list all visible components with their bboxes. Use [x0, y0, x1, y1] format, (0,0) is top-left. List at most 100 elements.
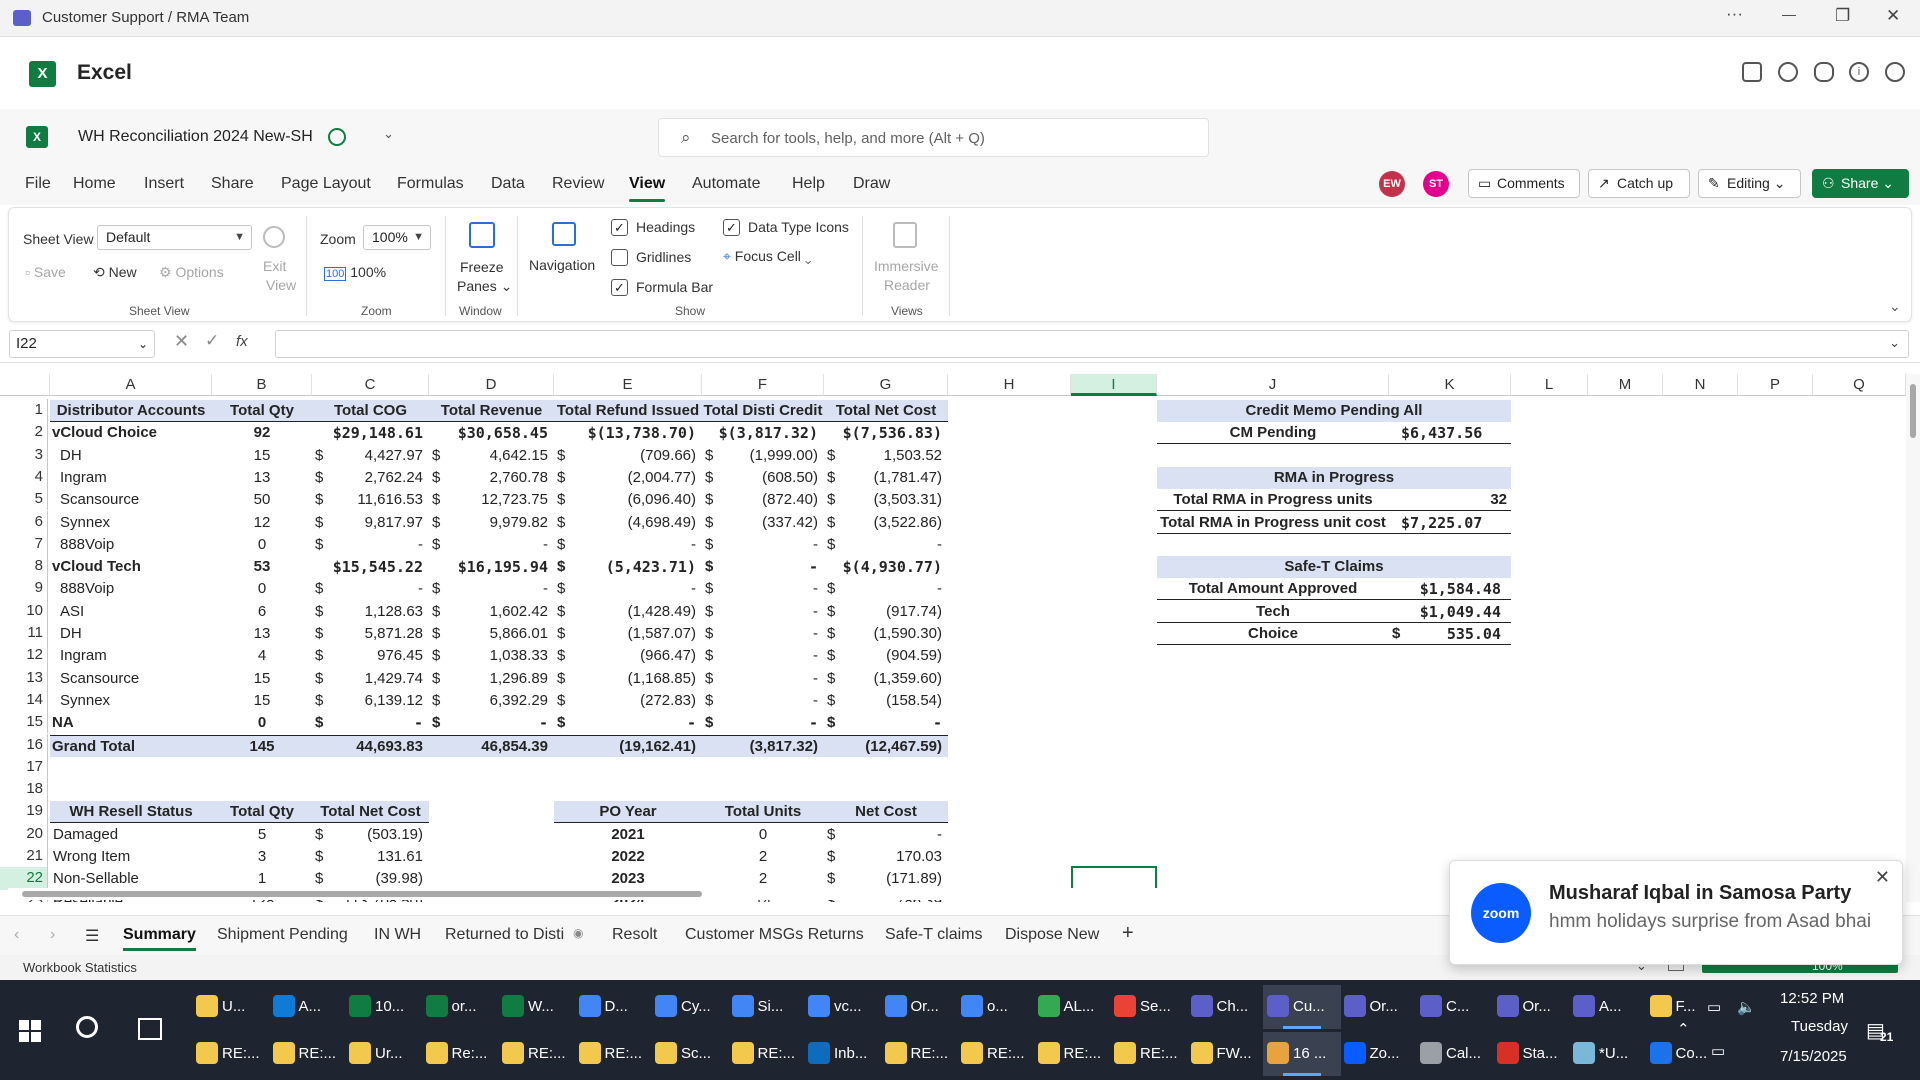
- taskbar-app-button[interactable]: RE:...: [1034, 1032, 1112, 1076]
- tab-file[interactable]: File: [25, 175, 51, 193]
- next-sheet-icon[interactable]: ›: [50, 926, 55, 944]
- task-view-icon[interactable]: [138, 1018, 162, 1040]
- clock-time[interactable]: 12:52 PM: [1780, 990, 1844, 1007]
- workbook-chevron-down-icon[interactable]: ⌄: [383, 126, 394, 142]
- taskbar-app-button[interactable]: A...: [1569, 985, 1647, 1029]
- add-sheet-button[interactable]: +: [1122, 922, 1134, 945]
- share-button[interactable]: ⚇ Share ⌄: [1812, 169, 1909, 198]
- taskbar-app-button[interactable]: RE:...: [498, 1032, 576, 1076]
- tab-home[interactable]: Home: [73, 175, 116, 193]
- more-options-button[interactable]: ···: [1726, 4, 1743, 24]
- search-input[interactable]: Search for tools, help, and more (Alt + …: [711, 130, 985, 147]
- vertical-scrollbar[interactable]: [1906, 374, 1920, 902]
- sheet-view-dropdown[interactable]: Default ▼: [97, 225, 252, 250]
- prev-sheet-icon[interactable]: ‹: [14, 926, 19, 944]
- taskbar-app-button[interactable]: D...: [575, 985, 653, 1029]
- column-header-i[interactable]: I: [1071, 374, 1157, 396]
- taskbar-app-button[interactable]: RE:...: [1110, 1032, 1188, 1076]
- tab-draw[interactable]: Draw: [853, 175, 890, 193]
- sheet-tab-safe-t-claims[interactable]: Safe-T claims: [885, 926, 983, 944]
- taskbar-app-button[interactable]: RE:...: [957, 1032, 1035, 1076]
- workbook-name[interactable]: WH Reconciliation 2024 New-SH: [78, 128, 313, 146]
- row-header[interactable]: 18: [0, 778, 48, 801]
- sheet-tab-returned-to-disti[interactable]: Returned to Disti: [445, 926, 564, 944]
- search-box[interactable]: ⌕ Search for tools, help, and more (Alt …: [658, 118, 1209, 157]
- restore-button[interactable]: ❐: [1835, 6, 1850, 26]
- taskbar-app-button[interactable]: o...: [957, 985, 1035, 1029]
- row-header[interactable]: 16: [0, 733, 48, 756]
- row-header[interactable]: 9: [0, 577, 48, 600]
- monitor-icon[interactable]: ▭: [1711, 1042, 1725, 1060]
- taskbar-app-button[interactable]: Cy...: [651, 985, 729, 1029]
- column-header-p[interactable]: P: [1738, 374, 1813, 396]
- formula-input[interactable]: ⌄: [275, 330, 1909, 358]
- confirm-icon[interactable]: ✓: [205, 331, 219, 351]
- taskbar-app-button[interactable]: Cal...: [1416, 1032, 1494, 1076]
- column-header-m[interactable]: M: [1588, 374, 1663, 396]
- link-icon[interactable]: [1814, 62, 1834, 82]
- taskbar-app-button[interactable]: vc...: [804, 985, 882, 1029]
- taskbar-app-button[interactable]: C...: [1416, 985, 1494, 1029]
- row-header[interactable]: 20: [0, 822, 48, 845]
- formula-bar-checkbox[interactable]: ✓: [611, 279, 628, 296]
- sheet-tab-summary[interactable]: Summary: [123, 926, 196, 951]
- taskbar-app-button[interactable]: Or...: [1340, 985, 1418, 1029]
- tab-view[interactable]: View: [629, 175, 666, 202]
- column-header-j[interactable]: J: [1157, 374, 1389, 396]
- taskbar-app-button[interactable]: Or...: [881, 985, 959, 1029]
- headings-checkbox[interactable]: ✓: [611, 219, 628, 236]
- info-icon[interactable]: i: [1849, 62, 1869, 82]
- taskbar-app-button[interactable]: A...: [269, 985, 347, 1029]
- column-header-f[interactable]: F: [702, 374, 824, 396]
- row-header[interactable]: 8: [0, 555, 48, 578]
- search-taskbar-icon[interactable]: [76, 1016, 98, 1038]
- column-header-n[interactable]: N: [1663, 374, 1738, 396]
- horizontal-scroll-thumb[interactable]: [22, 891, 702, 897]
- tab-insert[interactable]: Insert: [144, 175, 184, 193]
- tab-share[interactable]: Share: [211, 175, 254, 193]
- column-header-b[interactable]: B: [212, 374, 312, 396]
- row-header[interactable]: 15: [0, 711, 48, 734]
- row-header[interactable]: 13: [0, 666, 48, 689]
- freeze-label[interactable]: Freeze: [460, 259, 504, 275]
- catch-up-button[interactable]: ↗ Catch up: [1588, 169, 1690, 198]
- workbook-statistics-button[interactable]: Workbook Statistics: [23, 960, 137, 975]
- refresh-icon[interactable]: [1778, 62, 1798, 82]
- minimize-button[interactable]: —: [1782, 6, 1796, 22]
- zoom-notification[interactable]: zoom Musharaf Iqbal in Samosa Party hmm …: [1449, 860, 1903, 965]
- row-header[interactable]: 11: [0, 622, 48, 645]
- column-header-k[interactable]: K: [1389, 374, 1511, 396]
- freeze-panes-button[interactable]: Panes ⌄: [457, 278, 512, 295]
- row-header[interactable]: 14: [0, 688, 48, 712]
- taskbar-app-button[interactable]: FW...: [1187, 1032, 1265, 1076]
- taskbar-app-button[interactable]: U...: [192, 985, 270, 1029]
- row-header[interactable]: 1: [0, 399, 48, 422]
- row-header[interactable]: 5: [0, 488, 48, 511]
- sheet-tab-dispose-new[interactable]: Dispose New: [1005, 926, 1099, 944]
- taskbar-app-button[interactable]: RE:...: [728, 1032, 806, 1076]
- close-notification-icon[interactable]: ✕: [1875, 867, 1890, 888]
- taskbar-app-button[interactable]: Cu...: [1263, 985, 1341, 1029]
- taskbar-app-button[interactable]: W...: [498, 985, 576, 1029]
- column-header-q[interactable]: Q: [1813, 374, 1906, 396]
- tab-review[interactable]: Review: [552, 175, 604, 193]
- tab-page-layout[interactable]: Page Layout: [281, 175, 371, 193]
- select-all-corner[interactable]: [0, 374, 50, 396]
- start-button[interactable]: [19, 1020, 41, 1042]
- column-header-g[interactable]: G: [824, 374, 948, 396]
- row-header[interactable]: 21: [0, 845, 48, 868]
- gridlines-checkbox[interactable]: [611, 249, 628, 266]
- taskbar-app-button[interactable]: RE:...: [269, 1032, 347, 1076]
- row-header[interactable]: 10: [0, 599, 48, 622]
- row-header[interactable]: 17: [0, 755, 48, 779]
- taskbar-app-button[interactable]: Se...: [1110, 985, 1188, 1029]
- tab-automate[interactable]: Automate: [692, 175, 760, 193]
- taskbar-app-button[interactable]: RE:...: [575, 1032, 653, 1076]
- taskbar-app-button[interactable]: *U...: [1569, 1032, 1647, 1076]
- row-header[interactable]: 2: [0, 421, 48, 444]
- ribbon-collapse-chevron-icon[interactable]: ⌄: [1889, 298, 1901, 315]
- taskbar-app-button[interactable]: Zo...: [1340, 1032, 1418, 1076]
- taskbar-app-button[interactable]: Ch...: [1187, 985, 1265, 1029]
- taskbar-app-button[interactable]: RE:...: [192, 1032, 270, 1076]
- chat-icon[interactable]: [1742, 62, 1762, 82]
